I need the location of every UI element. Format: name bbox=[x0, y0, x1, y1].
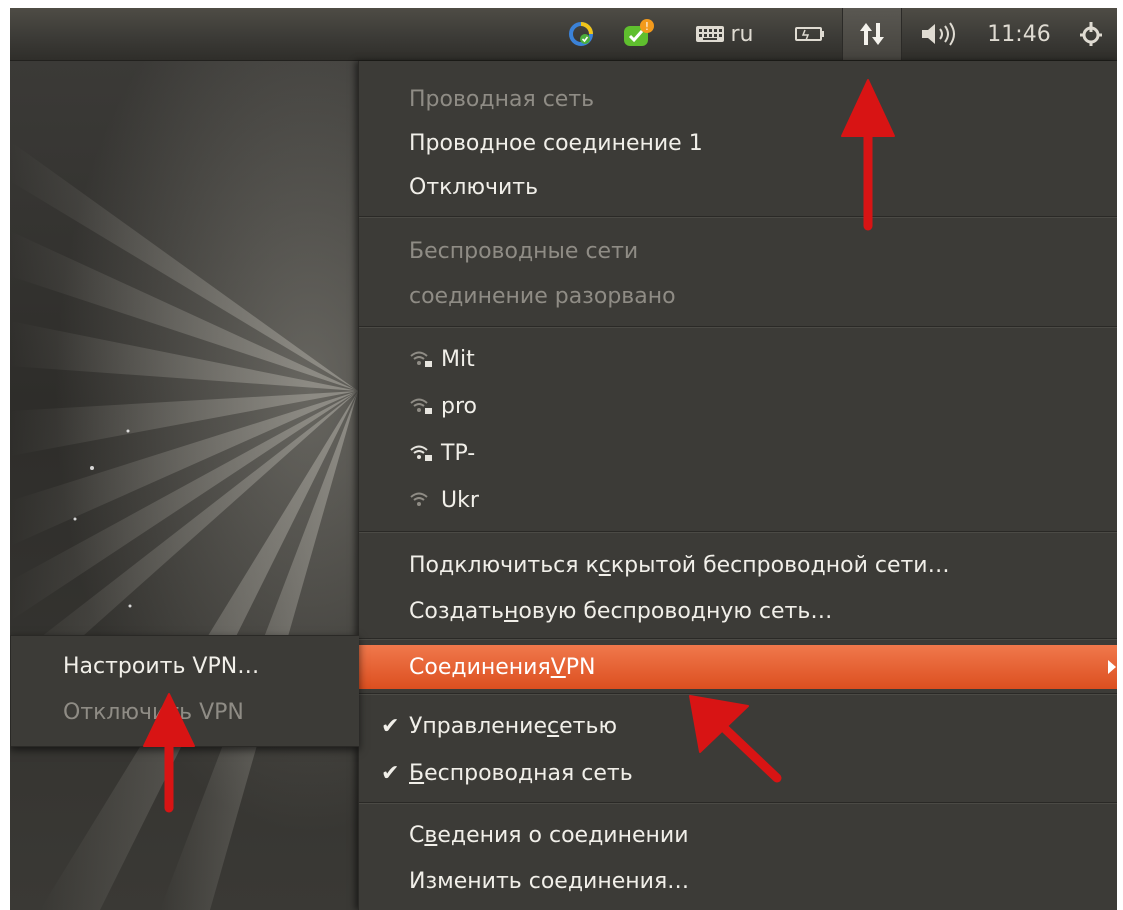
checkmark-icon: ✔ bbox=[381, 760, 400, 786]
wifi-locked-icon bbox=[410, 398, 432, 414]
wifi-network-item[interactable]: pro bbox=[359, 384, 1117, 428]
wifi-network-name: pro bbox=[441, 393, 477, 419]
item-text: едения о соединении bbox=[437, 822, 689, 848]
item-text: етью bbox=[559, 713, 617, 739]
keyboard-layout-label: ru bbox=[730, 21, 754, 47]
keyboard-icon bbox=[695, 26, 724, 42]
mnemonic-letter: с bbox=[598, 552, 611, 578]
configure-vpn-item[interactable]: Настроить VPN… bbox=[63, 654, 259, 679]
battery-icon[interactable] bbox=[790, 8, 830, 60]
wifi-icon bbox=[410, 492, 428, 506]
menu-separator bbox=[359, 693, 1117, 695]
wired-connection-item[interactable]: Проводное соединение 1 bbox=[359, 121, 1117, 165]
top-panel: ! ru 11:46 bbox=[10, 8, 1117, 61]
mnemonic-letter: V bbox=[550, 654, 566, 680]
wifi-network-name: Ukr bbox=[441, 487, 479, 513]
item-text: еспроводная сеть bbox=[424, 760, 633, 786]
item-text: С bbox=[409, 822, 425, 848]
network-menu: Проводная сеть Проводное соединение 1 От… bbox=[358, 61, 1117, 910]
keyboard-layout-indicator[interactable]: ru bbox=[682, 8, 766, 60]
edit-connections-item[interactable]: Изменить соединения… bbox=[359, 859, 1117, 903]
wifi-network-item[interactable]: Mit bbox=[359, 337, 1117, 381]
vpn-submenu: Настроить VPN… Отключить VPN bbox=[10, 635, 359, 747]
vpn-connections-item[interactable]: Соединения V PN bbox=[359, 645, 1117, 689]
desktop-wallpaper bbox=[10, 61, 358, 910]
wired-network-header: Проводная сеть bbox=[409, 86, 595, 112]
item-text: овую беспроводную сеть… bbox=[518, 598, 833, 624]
create-network-item[interactable]: Создать н овую беспроводную сеть… bbox=[359, 589, 1117, 633]
power-gear-icon[interactable] bbox=[1072, 8, 1110, 60]
wifi-network-item[interactable]: Ukr bbox=[359, 478, 1117, 522]
menu-separator bbox=[359, 216, 1117, 218]
item-text: Создать bbox=[409, 598, 504, 624]
submenu-arrow-icon bbox=[1108, 660, 1116, 674]
item-text: Подключиться к bbox=[409, 552, 599, 578]
wifi-locked-icon bbox=[410, 351, 432, 367]
wifi-network-name: TP- bbox=[441, 440, 476, 466]
network-updown-icon[interactable] bbox=[842, 8, 902, 60]
mnemonic-letter: в bbox=[424, 822, 438, 848]
disconnect-vpn-item: Отключить VPN bbox=[63, 700, 244, 725]
item-text: PN bbox=[565, 654, 596, 680]
wifi-locked-icon bbox=[410, 445, 432, 461]
volume-icon[interactable] bbox=[908, 8, 972, 60]
menu-separator bbox=[359, 638, 1117, 640]
wifi-network-item[interactable]: TP- bbox=[359, 431, 1117, 475]
disconnect-item[interactable]: Отключить bbox=[359, 165, 1117, 209]
pidgin-badge: ! bbox=[645, 20, 649, 33]
mnemonic-letter: н bbox=[504, 598, 519, 624]
connection-info-item[interactable]: Св едения о соединении bbox=[359, 813, 1117, 857]
menu-separator bbox=[359, 802, 1117, 804]
menu-separator bbox=[359, 326, 1117, 328]
item-text: Управление bbox=[409, 713, 548, 739]
wireless-networks-header: Беспроводные сети bbox=[409, 238, 639, 264]
desktop-screen: ! ru 11:46 Проводная сеть Проводное соед… bbox=[10, 8, 1117, 910]
mnemonic-letter: Б bbox=[409, 760, 425, 786]
wireless-network-toggle[interactable]: ✔ Беспроводная сеть bbox=[359, 751, 1117, 795]
pidgin-icon[interactable]: ! bbox=[618, 8, 658, 60]
connect-hidden-network-item[interactable]: Подключиться к с крытой беспроводной сети… bbox=[359, 543, 1117, 587]
item-text: Соединения bbox=[409, 654, 551, 680]
status-ring-icon[interactable] bbox=[566, 8, 596, 60]
network-management-toggle[interactable]: ✔ Управление с етью bbox=[359, 704, 1117, 748]
mnemonic-letter: с bbox=[547, 713, 560, 739]
wifi-network-name: Mit bbox=[441, 346, 475, 372]
checkmark-icon: ✔ bbox=[381, 713, 400, 739]
item-text: крытой беспроводной сети… bbox=[610, 552, 950, 578]
wireless-status: соединение разорвано bbox=[409, 283, 676, 309]
menu-separator bbox=[359, 531, 1117, 533]
clock[interactable]: 11:46 bbox=[976, 8, 1062, 60]
